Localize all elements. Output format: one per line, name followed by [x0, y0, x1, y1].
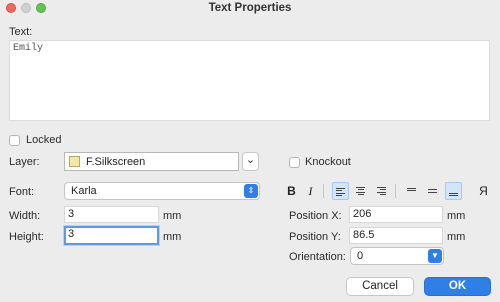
knockout-label: Knockout [305, 156, 351, 168]
layer-select[interactable]: F.Silkscreen [64, 152, 239, 171]
title-bar: Text Properties [0, 0, 500, 16]
valign-top-button[interactable] [403, 182, 420, 200]
align-center-icon [356, 185, 365, 197]
position-y-unit: mm [447, 231, 466, 243]
orientation-value: 0 [357, 250, 364, 262]
position-x-unit: mm [447, 210, 466, 222]
width-label: Width: [9, 210, 41, 222]
text-properties-dialog: Text Properties Text: Emily Locked Layer… [0, 0, 500, 302]
height-input[interactable]: 3 [64, 226, 159, 245]
width-input[interactable]: 3 [64, 206, 159, 223]
align-center-button[interactable] [352, 182, 369, 200]
align-right-icon [377, 185, 386, 197]
window-title: Text Properties [208, 2, 292, 14]
font-label: Font: [9, 186, 35, 198]
text-label: Text: [9, 26, 33, 38]
updown-chevron-icon: ⇕ [244, 184, 258, 198]
orientation-select[interactable]: 0 ▼ [350, 247, 444, 265]
close-window-button[interactable] [6, 3, 16, 13]
toolbar-separator [395, 184, 396, 198]
locked-label: Locked [26, 134, 62, 146]
layer-value: F.Silkscreen [86, 156, 146, 168]
valign-middle-button[interactable] [424, 182, 441, 200]
minimize-window-button[interactable] [21, 3, 31, 13]
orientation-label: Orientation: [289, 251, 346, 263]
knockout-checkbox[interactable] [289, 157, 300, 168]
font-value: Karla [71, 185, 97, 197]
position-y-input[interactable]: 86.5 [349, 227, 443, 244]
layer-label: Layer: [9, 156, 40, 168]
font-select[interactable]: Karla ⇕ [64, 182, 260, 200]
position-y-label: Position Y: [289, 231, 341, 243]
layer-dropdown-button[interactable]: ⌄ [242, 152, 259, 171]
valign-middle-icon [428, 188, 437, 195]
layer-color-swatch [69, 156, 80, 167]
align-right-button[interactable] [373, 182, 390, 200]
chevron-down-icon: ▼ [428, 249, 442, 263]
position-x-input[interactable]: 206 [349, 206, 443, 223]
mirror-button[interactable]: Я [475, 182, 492, 200]
width-unit: mm [163, 210, 182, 222]
cancel-button[interactable]: Cancel [346, 277, 414, 296]
valign-bottom-button[interactable] [445, 182, 462, 200]
bold-button[interactable]: B [283, 182, 300, 200]
height-label: Height: [9, 231, 44, 243]
valign-bottom-icon [449, 191, 458, 198]
valign-top-icon [407, 186, 416, 193]
height-unit: mm [163, 231, 182, 243]
chevron-down-icon: ⌄ [245, 154, 256, 166]
maximize-window-button[interactable] [36, 3, 46, 13]
align-left-icon [336, 186, 345, 198]
locked-checkbox[interactable] [9, 135, 20, 146]
text-input[interactable]: Emily [9, 40, 490, 121]
toolbar-separator [323, 184, 324, 198]
position-x-label: Position X: [289, 210, 342, 222]
italic-button[interactable]: I [302, 182, 319, 200]
align-left-button[interactable] [332, 182, 349, 200]
ok-button[interactable]: OK [424, 277, 491, 296]
